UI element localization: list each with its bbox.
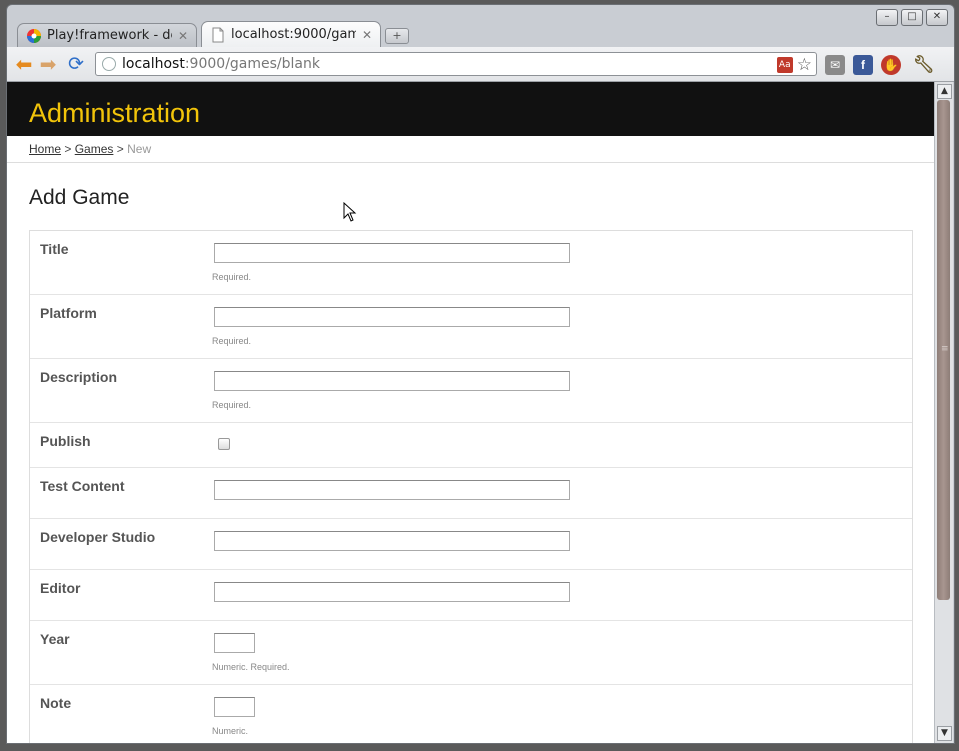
field-label: Platform xyxy=(40,305,97,321)
field-hint: Required. xyxy=(212,400,252,410)
breadcrumb-separator: > xyxy=(64,142,72,156)
form-row-note: Note Numeric. xyxy=(30,685,912,743)
field-label: Test Content xyxy=(40,478,125,494)
close-window-button[interactable]: ✕ xyxy=(926,9,948,26)
breadcrumb-games-link[interactable]: Games xyxy=(75,142,114,156)
form-row-description: Description Required. xyxy=(30,359,912,423)
form-row-developer-studio: Developer Studio xyxy=(30,519,912,570)
vertical-scrollbar[interactable]: ▲ ≡ ▼ xyxy=(934,82,953,743)
test-content-input[interactable] xyxy=(214,480,570,500)
field-label: Publish xyxy=(40,433,91,449)
url-path: :9000/games/blank xyxy=(184,56,320,72)
field-hint: Required. xyxy=(212,336,252,346)
picasa-icon xyxy=(27,28,41,43)
maximize-button[interactable]: □ xyxy=(901,9,923,26)
wrench-menu-icon[interactable]: 🔧︎ xyxy=(913,55,935,75)
tab-playframework[interactable]: Play!framework - deu... ✕ xyxy=(17,23,197,47)
editor-input[interactable] xyxy=(214,582,570,602)
translate-icon[interactable]: Aa xyxy=(776,57,793,73)
tab-strip: Play!framework - deu... ✕ localhost:9000… xyxy=(17,21,409,47)
form-row-publish: Publish xyxy=(30,423,912,468)
title-input[interactable] xyxy=(214,243,570,263)
url-host: localhost xyxy=(122,56,185,72)
forward-arrow-icon[interactable]: ➡ xyxy=(37,53,59,75)
admin-title: Administration xyxy=(29,98,201,128)
breadcrumb-current: New xyxy=(127,142,152,156)
back-arrow-icon[interactable]: ⬅ xyxy=(13,53,35,75)
tab-close-icon[interactable]: ✕ xyxy=(362,28,372,42)
browser-window: – □ ✕ Play!framework - deu... ✕ localhos… xyxy=(6,4,955,744)
tab-title: localhost:9000/game... xyxy=(231,27,356,42)
page-content: Administration Home > Games > New Add Ga… xyxy=(7,82,934,743)
scroll-down-arrow-icon[interactable]: ▼ xyxy=(937,726,952,741)
admin-header: Administration xyxy=(7,82,934,136)
tab-close-icon[interactable]: ✕ xyxy=(178,29,188,43)
field-hint: Numeric. xyxy=(212,726,249,736)
note-input[interactable] xyxy=(214,697,255,717)
bookmark-star-icon[interactable]: ☆ xyxy=(797,55,812,75)
page-title: Add Game xyxy=(29,186,130,209)
field-label: Note xyxy=(40,695,72,711)
adblock-icon[interactable]: ✋ xyxy=(881,55,901,75)
address-bar-actions: Aa ☆ xyxy=(776,55,812,75)
blank-page-icon xyxy=(212,27,224,42)
minimize-button[interactable]: – xyxy=(876,9,898,26)
scrollbar-grip-icon: ≡ xyxy=(941,344,949,354)
facebook-icon[interactable]: f xyxy=(853,55,873,75)
mail-checker-icon[interactable]: ✉ xyxy=(825,55,845,75)
field-label: Editor xyxy=(40,580,81,596)
field-label: Title xyxy=(40,241,69,257)
form-row-test-content: Test Content xyxy=(30,468,912,519)
breadcrumb: Home > Games > New xyxy=(7,136,934,163)
form-row-title: Title Required. xyxy=(30,231,912,295)
publish-checkbox[interactable] xyxy=(218,438,230,450)
field-hint: Numeric. Required. xyxy=(212,662,290,672)
field-label: Year xyxy=(40,631,70,647)
breadcrumb-separator: > xyxy=(116,142,124,156)
scroll-up-arrow-icon[interactable]: ▲ xyxy=(937,84,952,99)
tab-localhost-games[interactable]: localhost:9000/game... ✕ xyxy=(201,21,381,47)
tab-title: Play!framework - deu... xyxy=(47,28,172,43)
breadcrumb-home-link[interactable]: Home xyxy=(29,142,61,156)
globe-icon xyxy=(102,57,116,71)
developer-studio-input[interactable] xyxy=(214,531,570,551)
form-row-editor: Editor xyxy=(30,570,912,621)
mouse-cursor-icon xyxy=(343,202,357,222)
form-row-year: Year Numeric. Required. xyxy=(30,621,912,685)
new-tab-button[interactable]: + xyxy=(385,28,409,44)
add-game-form: Title Required. Platform Required. Descr… xyxy=(29,230,913,743)
form-row-platform: Platform Required. xyxy=(30,295,912,359)
browser-toolbar: ⬅ ➡ ⟳ localhost :9000/games/blank Aa ☆ ✉… xyxy=(7,47,954,82)
field-label: Developer Studio xyxy=(40,529,156,545)
reload-icon[interactable]: ⟳ xyxy=(65,53,87,75)
platform-input[interactable] xyxy=(214,307,570,327)
description-input[interactable] xyxy=(214,371,570,391)
window-controls: – □ ✕ xyxy=(876,9,948,26)
year-input[interactable] xyxy=(214,633,255,653)
field-hint: Required. xyxy=(212,272,252,282)
address-bar[interactable]: localhost :9000/games/blank Aa ☆ xyxy=(95,52,817,76)
field-label: Description xyxy=(40,369,118,385)
